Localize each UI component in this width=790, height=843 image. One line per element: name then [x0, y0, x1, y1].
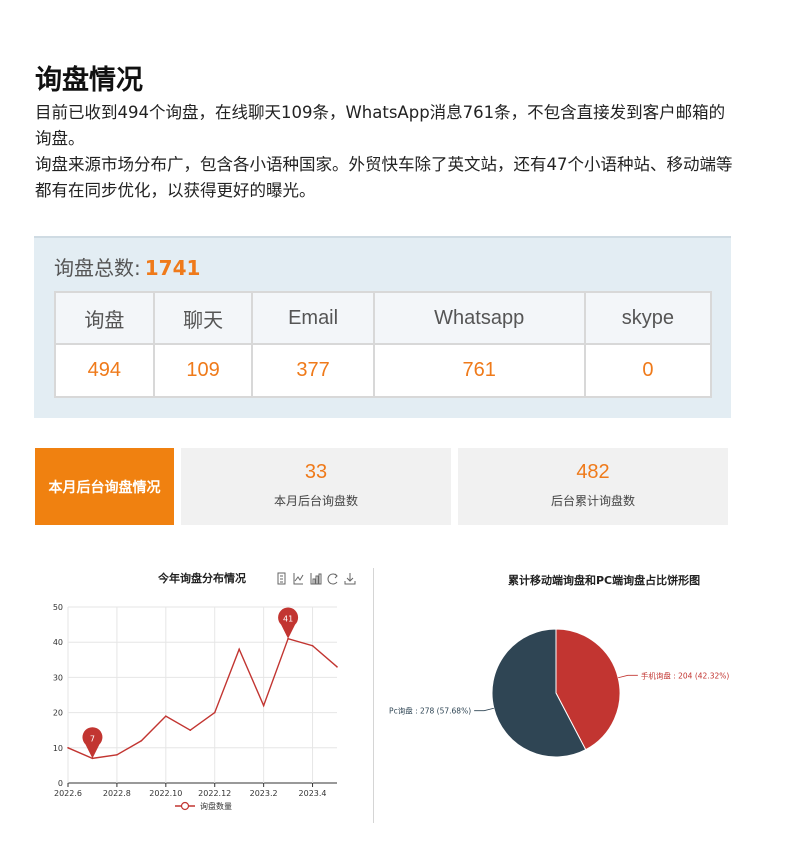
- page-title: 询盘情况: [35, 65, 143, 96]
- legend-label: 询盘数量: [200, 801, 232, 811]
- pie-chart: 手机询盘 : 204 (42.32%) Pc询盘 : 278 (57.68%): [389, 628, 730, 758]
- x-tick-label: 2023.4: [299, 789, 327, 798]
- kpi-value: 482: [576, 461, 610, 483]
- table-cell: 761: [372, 343, 586, 398]
- chart-divider: [373, 568, 374, 823]
- data-point: [213, 711, 216, 714]
- y-tick-label: 30: [53, 673, 63, 682]
- summary-total: 1741: [144, 256, 201, 280]
- intro-paragraph: 目前已收到494个询盘，在线聊天109条，WhatsApp消息761条，不包含直…: [35, 103, 726, 148]
- kpi-label: 后台累计询盘数: [550, 494, 635, 508]
- table-header: skype: [583, 291, 713, 345]
- x-tick-label: 2022.12: [198, 789, 231, 798]
- legend-symbol: [180, 801, 190, 811]
- data-point: [116, 754, 118, 756]
- table-header: 聊天: [152, 291, 254, 345]
- y-tick-label: 10: [53, 744, 63, 753]
- inquiry-summary-panel: 询盘总数: 1741 询盘 聊天 Email Whatsapp skype 494…: [34, 236, 731, 418]
- table-header: Whatsapp: [372, 291, 586, 345]
- data-point: [238, 648, 240, 651]
- y-tick-label: 20: [53, 709, 63, 718]
- data-point: [165, 715, 167, 717]
- data-point: [189, 729, 192, 731]
- x-tick-label: 2023.2: [250, 789, 278, 798]
- series-line: [67, 637, 338, 760]
- intro-text: 目前已收到494个询盘，在线聊天109条，WhatsApp消息761条，不包含直…: [35, 100, 735, 204]
- download-icon[interactable]: [344, 573, 356, 585]
- kpi-label: 本月后台询盘数: [273, 494, 358, 508]
- data-point: [140, 739, 143, 742]
- pie-label-line: [618, 674, 638, 679]
- table-header: 询盘: [54, 291, 155, 345]
- kpi-card-month: 33 本月后台询盘数: [181, 448, 451, 525]
- table-cell: 377: [251, 343, 375, 398]
- intro-paragraph: 询盘来源市场分布广，包含各小语种国家。外贸快车除了英文站，还有47个小语种站、移…: [35, 155, 733, 200]
- table-header: Email: [251, 291, 375, 345]
- data-point: [311, 644, 314, 647]
- summary-heading: 询盘总数: 1741: [54, 252, 200, 281]
- chart-toolbox: [277, 572, 356, 585]
- pie-label: 手机询盘 : 204 (42.32%): [641, 670, 730, 680]
- table-header-row: 询盘 聊天 Email Whatsapp skype: [54, 291, 713, 345]
- table-cell: 109: [152, 343, 254, 398]
- pie-chart-title: 累计移动端询盘和PC端询盘占比饼形图: [508, 574, 701, 587]
- data-point: [262, 704, 265, 707]
- y-tick-label: 50: [53, 603, 63, 612]
- marker-label: 41: [283, 615, 293, 624]
- table-row: 494 109 377 761 0: [54, 343, 713, 398]
- line-chart-title: 今年询盘分布情况: [158, 572, 246, 585]
- y-tick-label: 0: [58, 779, 63, 788]
- data-point: [67, 747, 69, 749]
- kpi-card-total: 482 后台累计询盘数: [458, 448, 728, 525]
- data-view-icon[interactable]: [277, 572, 286, 585]
- line-chart: 0 10 20 30 40 50 2022.6 2022.8 2022.10 2022.12 202…: [53, 603, 338, 811]
- max-min-marker: 7: [82, 727, 103, 759]
- table-cell: 0: [583, 343, 713, 398]
- x-tick-label: 2022.10: [149, 789, 182, 798]
- line-switch-icon[interactable]: [293, 573, 304, 585]
- pie-label-line: [474, 707, 494, 712]
- pie-label: Pc询盘 : 278 (57.68%): [389, 706, 471, 716]
- month-badge: 本月后台询盘情况: [35, 448, 174, 525]
- x-tick-label: 2022.8: [103, 789, 131, 798]
- x-tick-label: 2022.6: [54, 789, 82, 798]
- y-tick-label: 40: [53, 638, 63, 647]
- marker-label: 7: [90, 734, 95, 743]
- max-min-marker: 41: [278, 607, 299, 639]
- kpi-value: 33: [304, 461, 328, 483]
- bar-switch-icon[interactable]: [310, 573, 322, 585]
- table-cell: 494: [54, 343, 155, 398]
- restore-icon[interactable]: [327, 573, 338, 585]
- summary-label: 询盘总数:: [54, 256, 141, 280]
- data-point: [336, 666, 338, 668]
- summary-table: 询盘 聊天 Email Whatsapp skype 494 109 377 7…: [54, 291, 713, 398]
